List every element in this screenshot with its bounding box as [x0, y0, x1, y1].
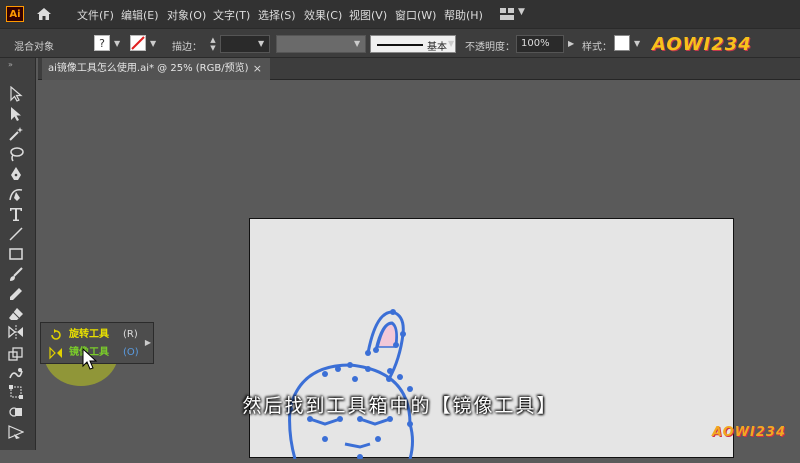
menu-object[interactable]: 对象(O)	[167, 7, 206, 23]
flyout-item-shortcut: (O)	[123, 347, 139, 358]
rectangle-tool-icon[interactable]	[8, 246, 30, 264]
selection-type-label: 混合对象	[14, 42, 54, 53]
line-segment-tool-icon[interactable]	[8, 226, 30, 244]
stroke-swatch[interactable]	[130, 35, 146, 51]
paintbrush-tool-icon[interactable]	[8, 266, 30, 284]
menu-view[interactable]: 视图(V)	[349, 7, 387, 23]
free-transform-tool-icon[interactable]	[8, 384, 30, 402]
opacity-label[interactable]: 不透明度：	[465, 38, 515, 53]
variable-width-profile[interactable]	[276, 35, 366, 53]
lasso-tool-icon[interactable]	[8, 146, 30, 164]
menu-effect[interactable]: 效果(C)	[304, 7, 342, 23]
scale-tool-icon[interactable]	[8, 346, 30, 364]
chevron-down-icon[interactable]: ▼	[258, 39, 264, 48]
reflect-icon	[49, 346, 62, 360]
rabbit-artwork[interactable]	[250, 219, 735, 460]
chevron-down-icon[interactable]: ▼	[354, 39, 360, 48]
perspective-grid-tool-icon[interactable]	[8, 424, 30, 442]
panel-grip-icon[interactable]: »	[8, 60, 13, 69]
brand-watermark-bottom: AOWI234	[712, 425, 787, 440]
pen-tool-icon[interactable]	[8, 166, 30, 184]
tools-panel: »	[0, 58, 36, 450]
brand-watermark-top: AOWI234	[652, 34, 752, 55]
chevron-right-icon[interactable]: ▶	[568, 39, 574, 48]
fill-swatch[interactable]: ?	[94, 35, 110, 51]
direct-selection-tool-icon[interactable]	[8, 106, 30, 124]
video-subtitle: 然后找到工具箱中的【镜像工具】	[242, 395, 558, 417]
flyout-item-label: 旋转工具	[69, 329, 109, 340]
style-swatch[interactable]	[614, 35, 630, 51]
magic-wand-tool-icon[interactable]	[8, 126, 30, 144]
pencil-tool-icon[interactable]	[8, 286, 30, 304]
warp-tool-icon[interactable]	[8, 366, 30, 384]
workspace-switcher-icon[interactable]	[500, 8, 514, 20]
eraser-tool-icon[interactable]	[8, 306, 30, 324]
menu-edit[interactable]: 编辑(E)	[121, 7, 159, 23]
shape-builder-tool-icon[interactable]	[8, 404, 30, 422]
artboard[interactable]	[249, 218, 735, 460]
curvature-tool-icon[interactable]	[8, 186, 30, 204]
chevron-right-icon[interactable]: ▶	[145, 338, 151, 347]
chevron-down-icon[interactable]: ▼	[114, 39, 120, 48]
menu-select[interactable]: 选择(S)	[258, 7, 296, 23]
brush-definition[interactable]: 基本	[370, 35, 456, 53]
type-tool-icon[interactable]	[8, 206, 30, 224]
selection-tool-icon[interactable]	[8, 86, 30, 104]
rotate-icon	[51, 329, 61, 340]
home-icon[interactable]	[36, 7, 52, 21]
stroke-label: 描边：	[172, 42, 202, 53]
menu-bar: Ai 文件(F) 编辑(E) 对象(O) 文字(T) 选择(S) 效果(C) 视…	[0, 0, 800, 28]
stroke-spinner[interactable]: ▲ ▼	[207, 36, 219, 52]
menu-help[interactable]: 帮助(H)	[444, 7, 483, 23]
document-tab-title: ai镜像工具怎么使用.ai* @ 25% (RGB/预览)	[48, 63, 249, 74]
no-stroke-icon	[131, 36, 145, 50]
flyout-item-shortcut: (R)	[123, 329, 138, 340]
chevron-down-icon[interactable]: ▼	[150, 39, 156, 48]
close-icon[interactable]: ×	[253, 58, 262, 80]
chevron-down-icon[interactable]: ▼	[518, 7, 525, 17]
chevron-down-icon[interactable]: ▼	[634, 39, 640, 48]
chevron-down-icon[interactable]: ▼	[448, 39, 454, 48]
style-label: 样式：	[582, 42, 612, 53]
brush-preview-line	[377, 44, 423, 46]
document-tab-bar: ai镜像工具怎么使用.ai* @ 25% (RGB/预览) ×	[38, 58, 800, 80]
menu-file[interactable]: 文件(F)	[77, 7, 114, 23]
mouse-pointer-icon	[82, 348, 98, 370]
opacity-field[interactable]: 100%	[516, 35, 564, 53]
app-logo: Ai	[6, 6, 24, 22]
menu-type[interactable]: 文字(T)	[213, 7, 250, 23]
reflect-tool-icon[interactable]	[8, 324, 30, 342]
brush-label: 基本	[427, 42, 447, 53]
flyout-item-rotate[interactable]: 旋转工具 (R)	[47, 326, 147, 344]
menu-window[interactable]: 窗口(W)	[395, 7, 436, 23]
document-tab[interactable]: ai镜像工具怎么使用.ai* @ 25% (RGB/预览) ×	[42, 58, 270, 80]
